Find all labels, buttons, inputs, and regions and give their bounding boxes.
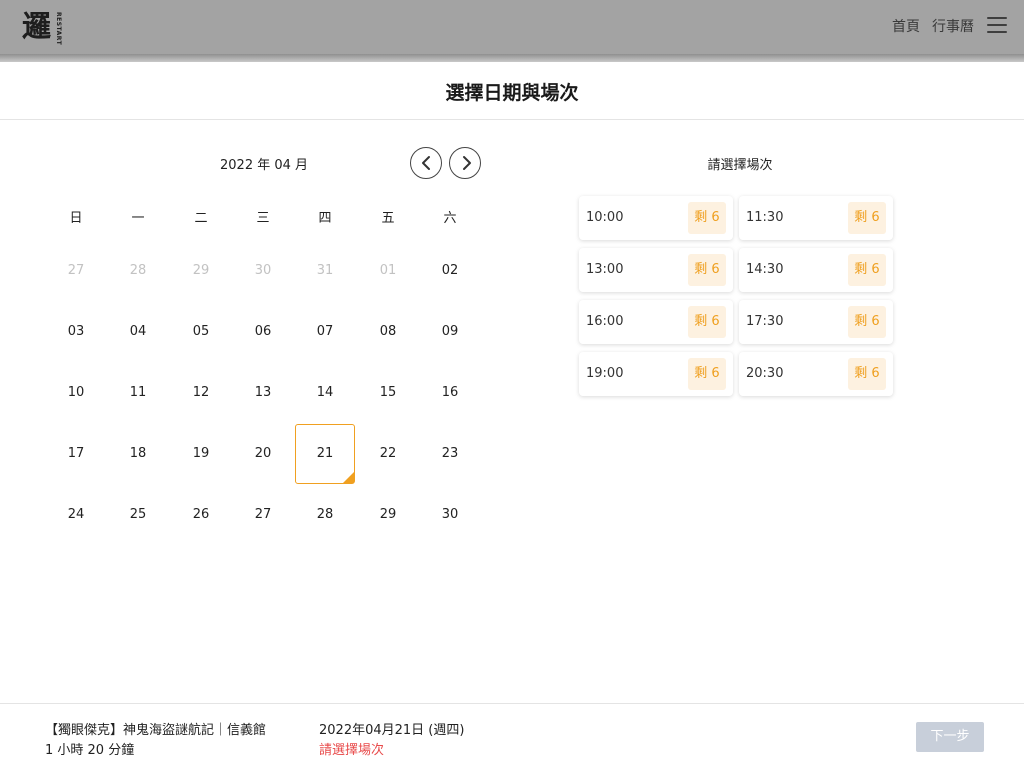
- nav-calendar-link[interactable]: 行事曆: [932, 16, 974, 36]
- calendar-day-outside-month: 31: [316, 263, 334, 278]
- calendar-day-number: 21: [316, 446, 334, 461]
- calendar-day[interactable]: 14: [295, 363, 355, 423]
- calendar-day[interactable]: 26: [171, 485, 231, 545]
- next-step-button[interactable]: 下一步: [916, 722, 984, 752]
- calendar-day[interactable]: 23: [420, 424, 480, 484]
- calendar-day[interactable]: 09: [420, 302, 480, 362]
- remaining-seats-badge: 剩 6: [688, 306, 726, 338]
- room-name: 【獨眼傑克】神鬼海盜謎航記｜信義館: [45, 723, 267, 738]
- selected-date-text: 2022年04月21日 (週四): [319, 723, 465, 738]
- calendar-day[interactable]: 16: [420, 363, 480, 423]
- session-slot[interactable]: 13:00 剩 6: [579, 248, 733, 292]
- weekday-label: 六: [443, 211, 457, 226]
- session-slot[interactable]: 19:00 剩 6: [579, 352, 733, 396]
- calendar-day[interactable]: 20: [233, 424, 293, 484]
- calendar-day[interactable]: 29: [358, 485, 418, 545]
- calendar-day-outside-month: 29: [192, 263, 210, 278]
- calendar-day[interactable]: 28: [295, 485, 355, 545]
- remaining-seats-badge: 剩 6: [848, 358, 886, 390]
- sessions-title: 請選擇場次: [707, 158, 773, 173]
- calendar-day-outside-month: 28: [129, 263, 147, 278]
- remaining-seats-badge: 剩 6: [688, 202, 726, 234]
- page-title: 選擇日期與場次: [445, 82, 579, 104]
- next-month-button[interactable]: [449, 147, 481, 179]
- session-slot[interactable]: 11:30 剩 6: [739, 196, 893, 240]
- calendar-day[interactable]: 15: [358, 363, 418, 423]
- calendar-day[interactable]: 11: [108, 363, 168, 423]
- calendar-day[interactable]: 18: [108, 424, 168, 484]
- calendar-day[interactable]: 10: [46, 363, 106, 423]
- session-slot[interactable]: 10:00 剩 6: [579, 196, 733, 240]
- calendar-day[interactable]: 25: [108, 485, 168, 545]
- calendar-day[interactable]: 30: [420, 485, 480, 545]
- session-time: 20:30: [746, 366, 784, 381]
- chevron-left-icon: [422, 156, 430, 170]
- session-slot[interactable]: 14:30 剩 6: [739, 248, 893, 292]
- prev-month-button[interactable]: [410, 147, 442, 179]
- weekday-label: 三: [256, 211, 270, 226]
- session-time: 19:00: [586, 366, 624, 381]
- calendar-day[interactable]: 24: [46, 485, 106, 545]
- remaining-seats-badge: 剩 6: [848, 202, 886, 234]
- room-duration: 1 小時 20 分鐘: [45, 743, 135, 758]
- calendar-day-outside-month: 30: [254, 263, 272, 278]
- calendar-day-outside-month: 01: [379, 263, 397, 278]
- session-time: 14:30: [746, 262, 784, 277]
- weekday-label: 五: [381, 211, 395, 226]
- header-shadow: [0, 54, 1024, 62]
- calendar-day[interactable]: 04: [108, 302, 168, 362]
- calendar-day-selected[interactable]: 21: [295, 424, 355, 484]
- calendar-day[interactable]: 27: [233, 485, 293, 545]
- calendar-day[interactable]: 06: [233, 302, 293, 362]
- nav-home-link[interactable]: 首頁: [892, 16, 920, 36]
- logo-subtext: RESTART: [55, 12, 62, 46]
- weekday-label: 日: [69, 211, 83, 226]
- chevron-right-icon: [463, 156, 471, 170]
- session-time: 13:00: [586, 262, 624, 277]
- session-time: 11:30: [746, 210, 784, 225]
- weekday-label: 一: [131, 211, 145, 226]
- calendar-month-label: 2022 年 04 月: [220, 158, 309, 173]
- logo-glyph: 邏: [22, 9, 52, 43]
- selected-corner-marker: [343, 472, 354, 483]
- session-time: 16:00: [586, 314, 624, 329]
- select-session-warning: 請選擇場次: [319, 743, 385, 758]
- calendar-day[interactable]: 17: [46, 424, 106, 484]
- calendar-day[interactable]: 19: [171, 424, 231, 484]
- top-navigation-bar: 邏 RESTART 首頁 行事曆: [0, 0, 1024, 54]
- hamburger-icon[interactable]: [987, 17, 1007, 33]
- calendar-day[interactable]: 13: [233, 363, 293, 423]
- remaining-seats-badge: 剩 6: [848, 306, 886, 338]
- calendar-day[interactable]: 05: [171, 302, 231, 362]
- session-slot[interactable]: 17:30 剩 6: [739, 300, 893, 344]
- calendar-day[interactable]: 12: [171, 363, 231, 423]
- calendar-day[interactable]: 07: [295, 302, 355, 362]
- session-time: 10:00: [586, 210, 624, 225]
- weekday-label: 二: [194, 211, 208, 226]
- calendar-day-outside-month: 27: [67, 263, 85, 278]
- session-slot[interactable]: 20:30 剩 6: [739, 352, 893, 396]
- remaining-seats-badge: 剩 6: [848, 254, 886, 286]
- calendar-day[interactable]: 02: [420, 241, 480, 301]
- calendar-day[interactable]: 22: [358, 424, 418, 484]
- site-logo[interactable]: 邏 RESTART: [22, 8, 64, 46]
- session-time: 17:30: [746, 314, 784, 329]
- weekday-label: 四: [318, 211, 332, 226]
- remaining-seats-badge: 剩 6: [688, 358, 726, 390]
- remaining-seats-badge: 剩 6: [688, 254, 726, 286]
- calendar-day[interactable]: 08: [358, 302, 418, 362]
- title-divider: [0, 119, 1024, 120]
- footer-divider: [0, 703, 1024, 704]
- session-slot[interactable]: 16:00 剩 6: [579, 300, 733, 344]
- calendar-day[interactable]: 03: [46, 302, 106, 362]
